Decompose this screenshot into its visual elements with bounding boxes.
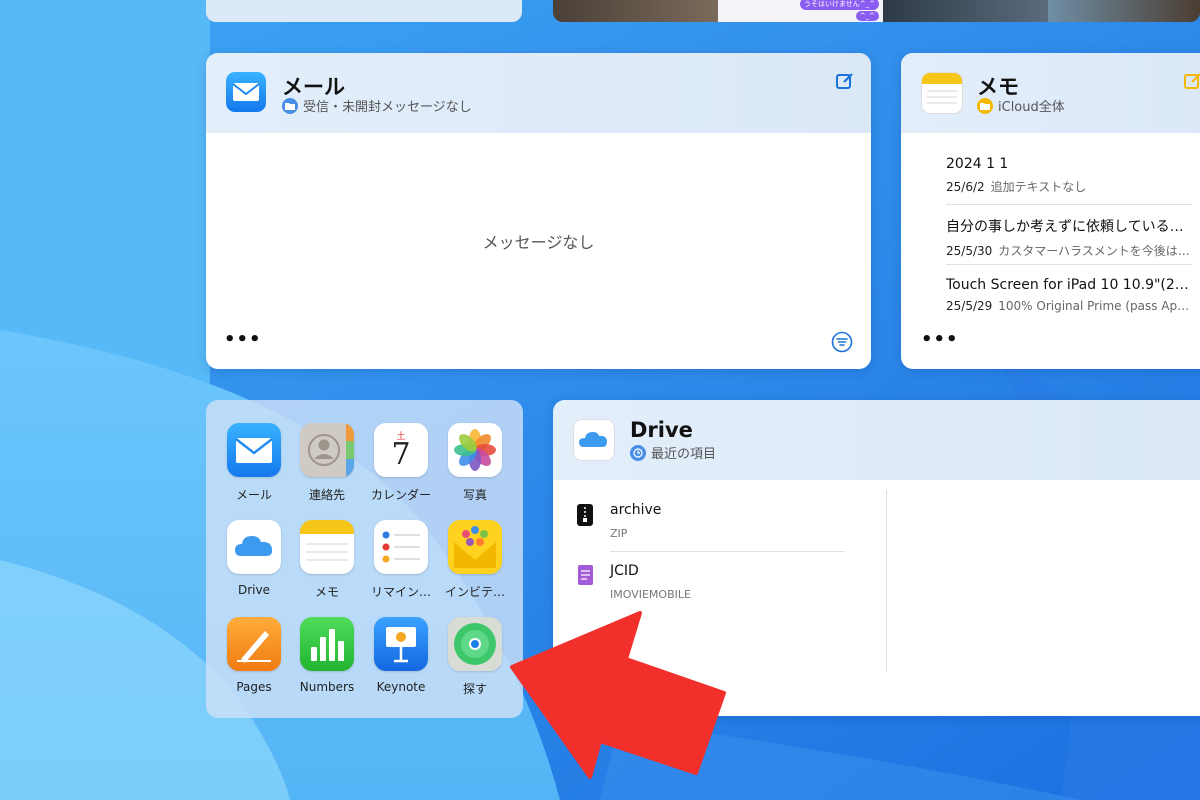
app-tile-keynote[interactable]: Keynote	[366, 617, 436, 694]
keynote-icon	[374, 617, 428, 671]
icloud-drive-icon	[227, 520, 281, 574]
app-tile-invites[interactable]: インビテ…	[440, 520, 510, 600]
notes-widget[interactable]: メモ iCloud全体 •••	[901, 53, 1200, 369]
mail-icon	[227, 423, 281, 477]
app-label: メール	[235, 488, 272, 502]
drive-subtitle-text: 最近の項目	[651, 447, 717, 462]
folder-icon	[282, 97, 298, 114]
chat-bubble: ^_^	[855, 11, 879, 21]
note-item[interactable]: 自分の事しか考えずに依頼している… 25/5/30 カスタマーハラスメントを今後は…	[946, 216, 1196, 259]
notes-icon	[921, 72, 963, 114]
note-date: 25/6/2	[946, 180, 985, 194]
app-label: インビテ…	[444, 585, 505, 599]
note-preview: 追加テキストなし	[990, 180, 1087, 194]
app-label: Keynote	[376, 680, 426, 694]
note-preview: カスタマーハラスメントを今後は…	[998, 244, 1190, 258]
app-label: 写真	[462, 488, 487, 502]
red-arrow-annotation	[500, 605, 730, 780]
app-tile-drive[interactable]: Drive	[219, 520, 289, 597]
app-tile-numbers[interactable]: Numbers	[292, 617, 362, 694]
note-item[interactable]: Touch Screen for iPad 10 10.9"(202… 25/5…	[946, 277, 1196, 313]
app-tile-contacts[interactable]: 連絡先	[292, 423, 362, 503]
app-tile-notes[interactable]: メモ	[292, 520, 362, 600]
pages-icon	[227, 617, 281, 671]
mail-empty-state: メッセージなし	[482, 233, 595, 252]
contacts-icon	[300, 423, 354, 477]
divider	[946, 204, 1192, 205]
photo-thumb[interactable]	[883, 0, 1048, 22]
file-type: IMOVIEMOBILE	[610, 588, 691, 601]
chat-bubble: うそはいけません^_^	[799, 0, 879, 10]
compose-icon[interactable]	[835, 71, 855, 91]
app-label: メモ	[314, 585, 339, 599]
app-tile-calendar[interactable]: 土 7 カレンダー	[366, 423, 436, 503]
app-label: 連絡先	[308, 488, 345, 502]
column-divider	[886, 490, 887, 672]
app-tile-reminders[interactable]: リマイン…	[366, 520, 436, 600]
clock-icon	[630, 444, 646, 461]
app-tile-pages[interactable]: Pages	[219, 617, 289, 694]
photo-thumb[interactable]	[553, 0, 718, 22]
file-name: archive	[610, 502, 662, 518]
filter-icon[interactable]	[831, 331, 853, 353]
folder-icon	[977, 97, 993, 114]
note-item[interactable]: 2024 1 1 25/6/2 追加テキストなし	[946, 156, 1196, 195]
mail-widget[interactable]: メール 受信・未開封メッセージなし メッセージなし •••	[206, 53, 871, 369]
mail-icon	[226, 72, 266, 112]
note-meta: 25/6/2 追加テキストなし	[946, 178, 1196, 195]
divider	[946, 264, 1192, 265]
chat-screenshot-thumb[interactable]: うそはいけません^_^ ^_^	[718, 0, 883, 22]
file-type: ZIP	[610, 527, 628, 540]
notes-subtitle-text: iCloud全体	[998, 100, 1065, 115]
mail-widget-subtitle: 受信・未開封メッセージなし	[282, 96, 472, 115]
app-tile-mail[interactable]: メール	[219, 423, 289, 503]
note-date: 25/5/29	[946, 299, 993, 313]
zip-file-icon	[577, 504, 593, 526]
app-label: Numbers	[299, 680, 355, 694]
icloud-drive-icon	[573, 419, 615, 461]
photos-icon	[448, 423, 502, 477]
note-preview: 100% Original Prime (pass Appl…	[998, 299, 1196, 313]
new-note-icon[interactable]	[1183, 71, 1200, 91]
top-widget-left[interactable]	[206, 0, 522, 22]
app-tile-photos[interactable]: 写真	[440, 423, 510, 503]
calendar-icon: 土 7	[374, 423, 428, 477]
notes-widget-subtitle: iCloud全体	[977, 96, 1065, 115]
note-title: 自分の事しか考えずに依頼している…	[946, 219, 1184, 235]
calendar-date: 7	[391, 437, 411, 472]
divider	[610, 551, 845, 552]
app-label: Pages	[236, 680, 272, 694]
app-label: Drive	[238, 583, 270, 597]
file-name: JCID	[610, 563, 639, 579]
app-label: リマイン…	[370, 585, 431, 599]
note-date: 25/5/30	[946, 244, 993, 258]
note-meta: 25/5/29 100% Original Prime (pass Appl…	[946, 299, 1196, 313]
file-item[interactable]: archive ZIP	[573, 502, 853, 542]
more-options-button[interactable]: •••	[921, 329, 959, 350]
find-my-icon	[448, 617, 502, 671]
note-title: Touch Screen for iPad 10 10.9"(202…	[946, 277, 1196, 293]
more-options-button[interactable]: •••	[224, 329, 262, 350]
file-item[interactable]: JCID IMOVIEMOBILE	[573, 563, 853, 603]
drive-widget-subtitle: 最近の項目	[630, 443, 716, 462]
invites-icon	[448, 520, 502, 574]
drive-widget-title: Drive	[630, 418, 693, 442]
app-launcher: メール 連絡先 土 7 カレンダー 写真 Drive メモ リマイン… インビテ…	[206, 400, 523, 718]
reminders-icon	[374, 520, 428, 574]
numbers-icon	[300, 617, 354, 671]
app-label: カレンダー	[370, 488, 431, 502]
notes-icon	[300, 520, 354, 574]
photo-thumb[interactable]	[1048, 0, 1200, 22]
photos-widget-strip[interactable]: うそはいけません^_^ ^_^	[553, 0, 1200, 22]
note-title: 2024 1 1	[946, 156, 1009, 172]
note-meta: 25/5/30 カスタマーハラスメントを今後は…	[946, 242, 1196, 259]
mail-subtitle-text: 受信・未開封メッセージなし	[303, 100, 472, 115]
document-icon	[578, 565, 593, 585]
